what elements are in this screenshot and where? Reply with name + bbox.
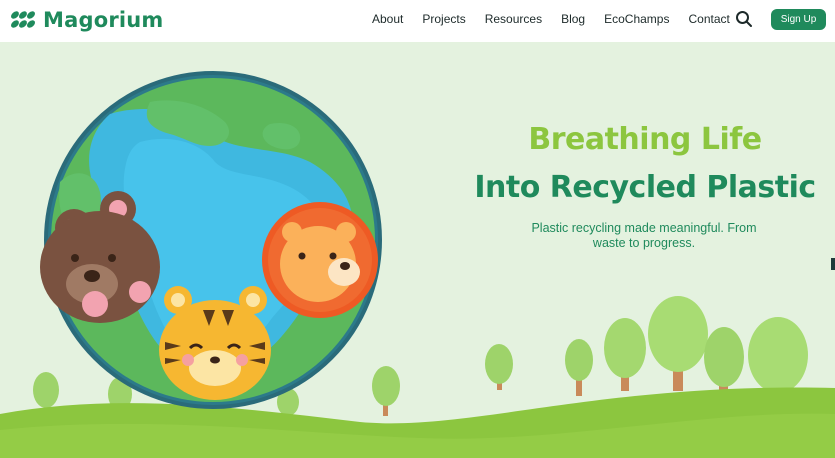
- hero-headline-line2: Into Recycled Plastic: [474, 170, 816, 205]
- nav-resources[interactable]: Resources: [485, 12, 542, 26]
- nav-contact[interactable]: Contact: [688, 12, 729, 26]
- brand-logo[interactable]: Magorium: [9, 8, 164, 32]
- brand-name: Magorium: [43, 8, 164, 32]
- nav-blog[interactable]: Blog: [561, 12, 585, 26]
- nav-projects[interactable]: Projects: [422, 12, 465, 26]
- hero-headline-line1: Breathing Life: [528, 122, 762, 157]
- site-header: Magorium About Projects Resources Blog E…: [0, 0, 835, 42]
- tiger: [159, 286, 271, 400]
- hero-subtitle: Plastic recycling made meaningful. From …: [531, 221, 757, 250]
- search-icon[interactable]: [735, 10, 753, 28]
- scroll-edge-marker: [831, 258, 835, 270]
- signup-button[interactable]: Sign Up: [771, 9, 826, 30]
- lion: [262, 202, 378, 318]
- main-nav: About Projects Resources Blog EcoChamps …: [372, 12, 730, 26]
- leaf-cluster-icon: [11, 11, 35, 28]
- nav-ecochamps[interactable]: EcoChamps: [604, 12, 669, 26]
- nav-about[interactable]: About: [372, 12, 403, 26]
- hero-section: Breathing Life Into Recycled Plastic Pla…: [0, 42, 835, 458]
- trees-right: [485, 296, 808, 397]
